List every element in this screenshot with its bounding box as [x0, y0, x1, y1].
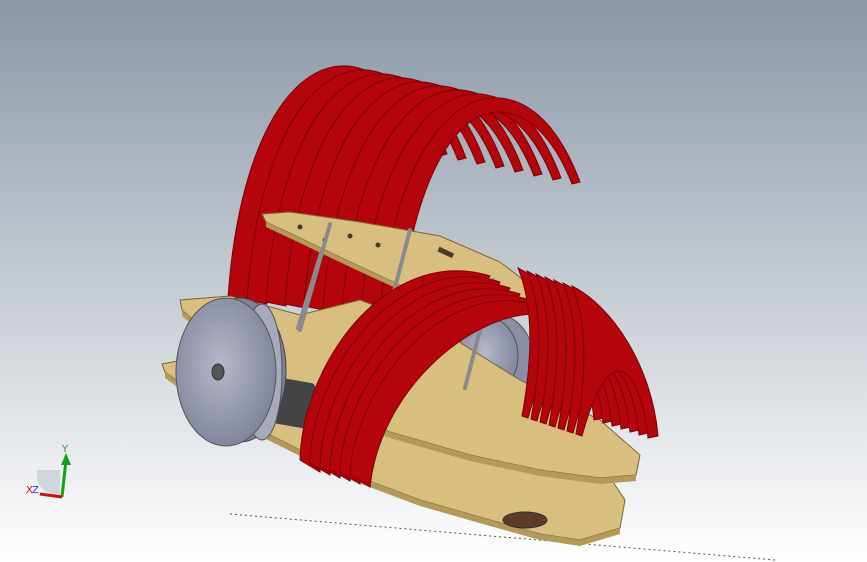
triad-z-label: Z — [32, 485, 39, 496]
cad-model-scene[interactable]: Y X Z — [0, 0, 867, 562]
triad-y-label: Y — [61, 444, 69, 455]
left-wheel — [175, 297, 287, 447]
bottom-plate-slot — [502, 511, 548, 529]
cad-graphics-viewport[interactable]: Y X Z — [0, 0, 867, 562]
